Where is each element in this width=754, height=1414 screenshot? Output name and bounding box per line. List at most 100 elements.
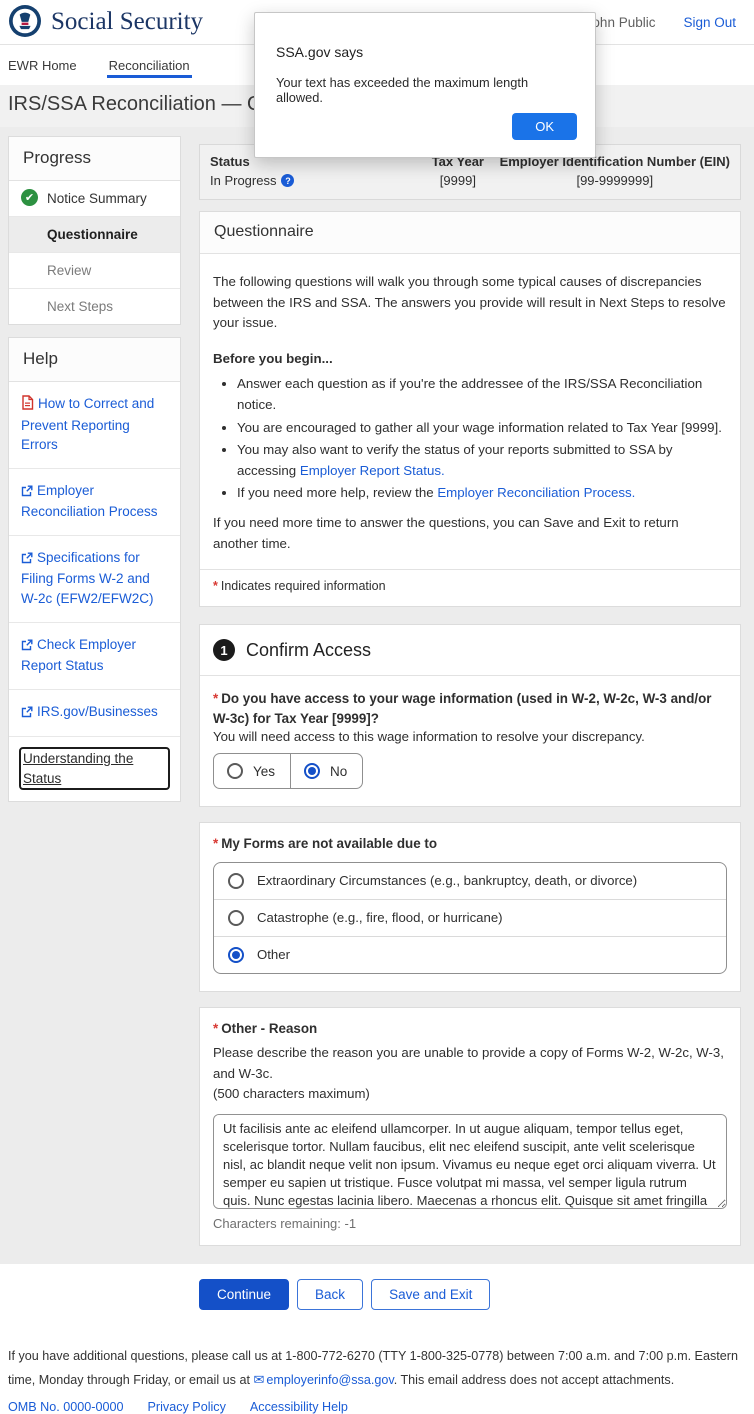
help-link-label: Specifications for Filing Forms W-2 and … (21, 550, 154, 606)
ein-value: [99-9999999] (576, 173, 653, 188)
step-number-badge: 1 (213, 639, 235, 661)
progress-panel: Progress ✔ Notice Summary Questionnaire … (8, 136, 181, 325)
progress-item-questionnaire[interactable]: Questionnaire (9, 217, 180, 253)
tax-year-value: [9999] (440, 173, 476, 188)
forms-unavailable-card: *My Forms are not available due to Extra… (199, 822, 741, 991)
save-exit-note: If you need more time to answer the ques… (213, 513, 727, 554)
browser-alert-dialog: SSA.gov says Your text has exceeded the … (254, 12, 596, 158)
dialog-message: Your text has exceeded the maximum lengt… (276, 75, 574, 105)
forms-unavailable-label: *My Forms are not available due to (213, 834, 727, 853)
radio-option-yes[interactable]: Yes (214, 754, 290, 788)
continue-button[interactable]: Continue (199, 1279, 289, 1310)
info-icon[interactable]: ? (281, 174, 294, 187)
dialog-source: SSA.gov says (276, 44, 595, 60)
radio-option-extraordinary[interactable]: Extraordinary Circumstances (e.g., bankr… (214, 863, 726, 900)
other-reason-textarea[interactable]: Ut facilisis ante ac eleifend ullamcorpe… (213, 1114, 727, 1209)
list-item: You are encouraged to gather all your wa… (237, 418, 727, 439)
required-asterisk: * (213, 836, 218, 851)
radio-label: No (330, 764, 347, 779)
required-note: *Indicates required information (200, 569, 740, 606)
brand-wordmark: Social Security (51, 8, 203, 36)
questionnaire-title: Questionnaire (200, 212, 740, 254)
help-link-irs-businesses[interactable]: IRS.gov/Businesses (21, 704, 158, 719)
pdf-icon (21, 398, 34, 413)
characters-remaining: Characters remaining: -1 (213, 1216, 727, 1231)
list-item: Answer each question as if you're the ad… (237, 374, 727, 415)
yes-no-radio-group: Yes No (213, 753, 363, 789)
progress-item-next-steps: Next Steps (9, 289, 180, 324)
nav-ewr-home[interactable]: EWR Home (8, 45, 77, 85)
radio-option-no[interactable]: No (290, 754, 362, 788)
other-reason-label: *Other - Reason (213, 1019, 727, 1038)
required-asterisk: * (213, 579, 218, 593)
list-item: You may also want to verify the status o… (237, 440, 727, 481)
privacy-policy-link[interactable]: Privacy Policy (148, 1400, 226, 1414)
help-link-label: IRS.gov/Businesses (37, 704, 158, 719)
radio-label: Yes (253, 764, 275, 779)
save-and-exit-button[interactable]: Save and Exit (371, 1279, 490, 1310)
omb-link[interactable]: OMB No. 0000-0000 (8, 1400, 124, 1414)
progress-item-label: Next Steps (47, 299, 113, 314)
radio-option-other[interactable]: Other (214, 937, 726, 973)
progress-item-label: Notice Summary (47, 191, 147, 206)
help-link-check-report-status[interactable]: Check Employer Report Status (21, 637, 136, 674)
questionnaire-card: Questionnaire The following questions wi… (199, 211, 741, 607)
radio-icon (228, 910, 244, 926)
focus-outline: Understanding the Status (21, 749, 168, 788)
footer-links: OMB No. 0000-0000 Privacy Policy Accessi… (8, 1400, 742, 1414)
help-link-reporting-errors[interactable]: How to Correct and Prevent Reporting Err… (21, 396, 154, 452)
nav-reconciliation[interactable]: Reconciliation (109, 45, 190, 85)
radio-label: Catastrophe (e.g., fire, flood, or hurri… (257, 910, 503, 925)
employer-reconciliation-process-link[interactable]: Employer Reconciliation Process. (437, 485, 635, 500)
help-item: IRS.gov/Businesses (9, 690, 180, 738)
radio-label: Extraordinary Circumstances (e.g., bankr… (257, 873, 637, 888)
help-link-specifications[interactable]: Specifications for Filing Forms W-2 and … (21, 550, 154, 606)
radio-selected-icon (304, 763, 320, 779)
questionnaire-intro: The following questions will walk you th… (213, 272, 727, 334)
help-item: Check Employer Report Status (9, 623, 180, 690)
main-column: Status In Progress ? Tax Year [9999] Emp… (199, 136, 741, 1261)
back-button[interactable]: Back (297, 1279, 363, 1310)
help-link-label: How to Correct and Prevent Reporting Err… (21, 396, 154, 452)
ssa-seal-icon (8, 4, 42, 41)
employer-report-status-link[interactable]: Employer Report Status. (300, 463, 445, 478)
wage-access-helper: You will need access to this wage inform… (213, 729, 727, 744)
help-link-label: Employer Reconciliation Process (21, 483, 158, 520)
radio-icon (227, 763, 243, 779)
required-asterisk: * (213, 1021, 218, 1036)
radio-option-catastrophe[interactable]: Catastrophe (e.g., fire, flood, or hurri… (214, 900, 726, 937)
confirm-access-header: 1 Confirm Access (200, 625, 740, 676)
external-link-icon (21, 485, 33, 500)
progress-item-label: Questionnaire (47, 227, 138, 242)
email-link[interactable]: employerinfo@ssa.gov (266, 1373, 393, 1387)
envelope-icon: ✉ (253, 1372, 264, 1387)
user-name: John Public (586, 15, 656, 30)
radio-selected-icon (228, 947, 244, 963)
before-you-begin-list: Answer each question as if you're the ad… (237, 374, 727, 504)
form-actions: Continue Back Save and Exit (0, 1264, 754, 1334)
footer-contact: If you have additional questions, please… (8, 1345, 742, 1391)
page-footer: If you have additional questions, please… (0, 1334, 754, 1413)
wage-access-question-label: *Do you have access to your wage informa… (213, 689, 727, 728)
ein-column: Employer Identification Number (EIN) [99… (500, 154, 730, 188)
check-icon: ✔ (21, 189, 38, 206)
content-area: Progress ✔ Notice Summary Questionnaire … (0, 127, 754, 1264)
sign-out-link[interactable]: Sign Out (683, 15, 736, 30)
help-item: Employer Reconciliation Process (9, 469, 180, 536)
progress-title: Progress (9, 137, 180, 181)
list-item: If you need more help, review the Employ… (237, 483, 727, 504)
before-you-begin-heading: Before you begin... (213, 349, 727, 370)
accessibility-help-link[interactable]: Accessibility Help (250, 1400, 348, 1414)
status-column: Status In Progress ? (210, 154, 416, 188)
section-title: Confirm Access (246, 640, 371, 661)
progress-item-notice-summary[interactable]: ✔ Notice Summary (9, 181, 180, 217)
progress-item-review: Review (9, 253, 180, 289)
help-link-reconciliation-process[interactable]: Employer Reconciliation Process (21, 483, 158, 520)
status-value: In Progress (210, 173, 276, 188)
dialog-ok-button[interactable]: OK (512, 113, 577, 140)
help-item: How to Correct and Prevent Reporting Err… (9, 382, 180, 469)
help-panel: Help How to Correct and Prevent Reportin… (8, 337, 181, 802)
forms-reason-radio-group: Extraordinary Circumstances (e.g., bankr… (213, 862, 727, 974)
help-link-understanding-status[interactable]: Understanding the Status (23, 751, 133, 786)
help-title: Help (9, 338, 180, 382)
